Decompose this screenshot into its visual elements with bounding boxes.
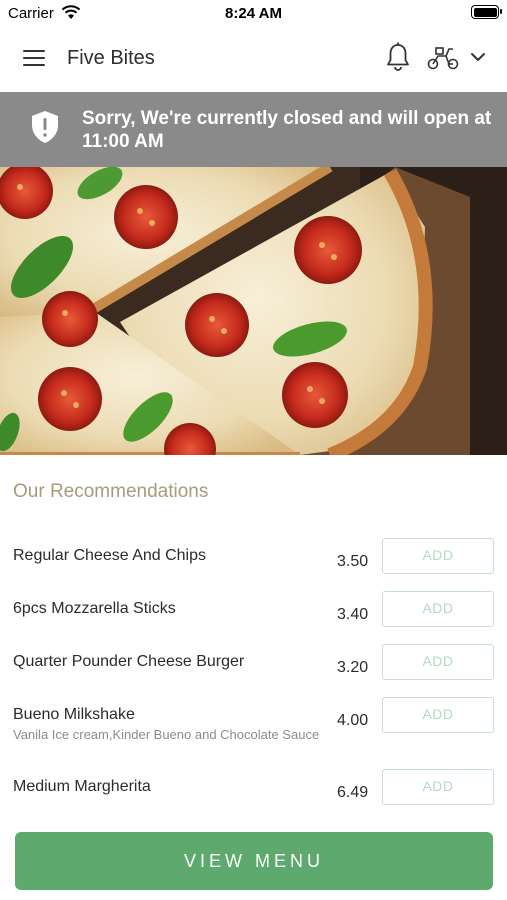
status-time: 8:24 AM — [225, 5, 282, 22]
item-name: Regular Cheese And Chips — [13, 547, 207, 564]
shield-alert-icon — [32, 111, 58, 143]
app-header: Five Bites — [0, 26, 507, 92]
recommendations-title: Our Recommendations — [13, 481, 209, 502]
chevron-down-icon[interactable] — [470, 50, 486, 64]
closed-banner: Sorry, We're currently closed and will o… — [0, 92, 507, 167]
add-button[interactable]: ADD — [382, 697, 494, 733]
item-price: 3.40 — [337, 606, 369, 623]
add-button[interactable]: ADD — [382, 644, 494, 680]
item-price: 3.20 — [337, 659, 369, 676]
add-button[interactable]: ADD — [382, 591, 494, 627]
item-description: Vanila Ice cream,Kinder Bueno and Chocol… — [13, 727, 320, 742]
item-name: 6pcs Mozzarella Sticks — [13, 600, 176, 617]
closed-message: Sorry, We're currently closed and will o… — [82, 108, 492, 152]
item-name: Medium Margherita — [13, 778, 151, 795]
item-price: 6.49 — [337, 784, 369, 801]
hamburger-menu-icon[interactable] — [23, 50, 45, 67]
item-name: Bueno Milkshake — [13, 706, 135, 723]
app-title: Five Bites — [67, 47, 155, 69]
battery-icon — [471, 5, 502, 19]
add-button[interactable]: ADD — [382, 538, 494, 574]
item-name: Quarter Pounder Cheese Burger — [13, 653, 245, 670]
item-price: 3.50 — [337, 553, 369, 570]
hero-pizza-image — [0, 167, 507, 455]
scooter-icon[interactable] — [427, 45, 459, 71]
add-button[interactable]: ADD — [382, 769, 494, 805]
view-menu-button[interactable]: VIEW MENU — [15, 832, 493, 890]
item-price: 4.00 — [337, 712, 369, 729]
bell-icon[interactable] — [385, 42, 411, 72]
status-bar: Carrier 8:24 AM — [0, 0, 507, 26]
